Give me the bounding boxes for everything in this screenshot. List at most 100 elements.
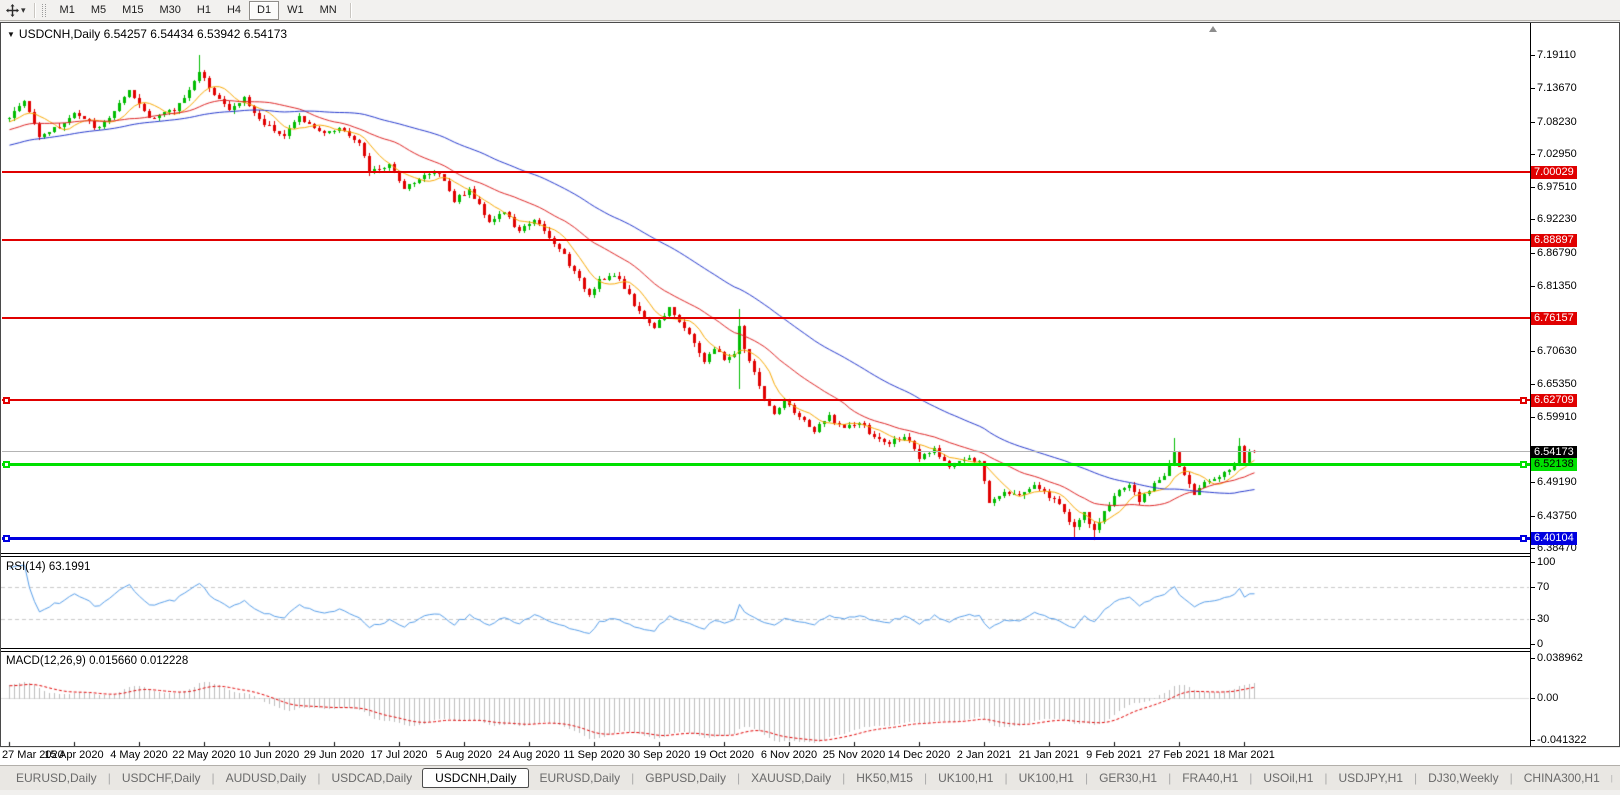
timeframe-button-w1[interactable]: W1 (279, 1, 312, 20)
timeframe-button-h1[interactable]: H1 (189, 1, 219, 20)
tab-separator: | (842, 771, 846, 785)
chart-tab-audusd-daily[interactable]: AUDUSD,Daily (216, 768, 317, 788)
time-axis-label: 14 Dec 2020 (887, 749, 951, 761)
tab-separator: | (1168, 771, 1172, 785)
time-axis-label: 11 Sep 2020 (563, 749, 625, 761)
panel-separator[interactable] (1, 553, 1530, 557)
rsi-axis-label: 30 (1529, 613, 1550, 626)
price-axis-label: 6.49190 (1530, 476, 1577, 489)
tab-separator: | (1414, 771, 1418, 785)
price-chart-canvas[interactable] (1, 23, 1619, 746)
timeframe-button-d1[interactable]: D1 (249, 1, 280, 20)
chart-shift-marker[interactable] (1209, 26, 1217, 32)
chart-tab-xauusd-daily[interactable]: XAUUSD,Daily (741, 768, 841, 788)
chart-tab-usdchf-daily[interactable]: USDCHF,Daily (112, 768, 211, 788)
support-line-green[interactable] (2, 463, 1530, 466)
support-line-green-handle-center (1522, 463, 1525, 466)
tab-separator: | (1249, 771, 1253, 785)
support-line-blue-handle-center (1522, 537, 1525, 540)
tab-separator: | (1610, 773, 1613, 783)
price-axis-label: 6.65350 (1530, 377, 1577, 390)
toolbar-separator (33, 2, 35, 18)
support-line-blue-handle[interactable] (1520, 535, 1527, 542)
chart-window: ▼ USDCNH,Daily 6.54257 6.54434 6.53942 6.… (0, 22, 1620, 747)
chart-tab-usdjpy-h1[interactable]: USDJPY,H1 (1329, 768, 1413, 788)
timeframe-button-mn[interactable]: MN (312, 1, 345, 20)
rsi-axis-label: 70 (1529, 580, 1550, 593)
time-axis-label: 25 Nov 2020 (822, 749, 886, 761)
tab-separator: | (1004, 771, 1008, 785)
time-axis[interactable]: 27 Mar 2020 15 Apr 2020 4 May 2020 22 May 2… (0, 748, 1620, 765)
resistance-line-4-handle[interactable] (1520, 397, 1527, 404)
time-axis-label: 9 Feb 2021 (1086, 749, 1142, 761)
price-axis-label: 6.86790 (1530, 246, 1577, 259)
collapse-triangle-icon[interactable]: ▼ (7, 30, 15, 39)
chart-tab-uk100-h1[interactable]: UK100,H1 (928, 768, 1003, 788)
support-line-green-handle[interactable] (3, 461, 10, 468)
price-axis-label: 6.70630 (1530, 345, 1577, 358)
chart-tab-bar: EURUSD,Daily | USDCHF,Daily | AUDUSD,Daily | U… (0, 765, 1620, 790)
time-axis-label: 10 Jun 2020 (238, 749, 300, 761)
time-axis-label: 24 Aug 2020 (498, 749, 560, 761)
price-axis-label: 6.59910 (1530, 410, 1577, 423)
resistance-line-4[interactable] (2, 399, 1530, 401)
tab-separator: | (107, 771, 111, 785)
time-axis-label: 4 May 2020 (110, 749, 168, 761)
time-axis-label: 17 Jul 2020 (370, 749, 428, 761)
resistance-line-3[interactable] (2, 317, 1530, 319)
tab-scroll-buttons: | ◄ ► (1610, 774, 1620, 783)
tab-separator: | (211, 771, 215, 785)
chart-tab-eurusd-daily[interactable]: EURUSD,Daily (529, 768, 630, 788)
panel-separator[interactable] (1, 648, 1530, 652)
price-axis-label: 6.81350 (1530, 279, 1577, 292)
chart-tab-hk50-m15[interactable]: HK50,M15 (846, 768, 923, 788)
timeframe-button-m1[interactable]: M1 (52, 1, 83, 20)
macd-axis-label: -0.041322 (1530, 734, 1587, 746)
chart-tab-uk100-h1[interactable]: UK100,H1 (1009, 768, 1084, 788)
support-line-blue-handle[interactable] (3, 535, 10, 542)
time-axis-label: 29 Jun 2020 (303, 749, 365, 761)
macd-axis-label: 0.038962 (1530, 652, 1583, 664)
chart-title: ▼ USDCNH,Daily 6.54257 6.54434 6.53942 6.… (7, 27, 287, 41)
price-axis-label: 7.08230 (1530, 115, 1577, 128)
support-line-blue[interactable] (2, 537, 1530, 540)
resistance-line-1[interactable] (2, 171, 1530, 173)
timeframe-button-m5[interactable]: M5 (83, 1, 114, 20)
move-crosshair-icon[interactable] (4, 2, 20, 18)
price-axis-label: 7.19110 (1530, 49, 1576, 61)
tab-separator: | (736, 771, 741, 785)
chart-tab-usoil-h1[interactable]: USOil,H1 (1253, 768, 1323, 788)
time-axis-label: 5 Aug 2020 (436, 749, 492, 761)
price-axis-label: 7.13670 (1530, 82, 1577, 95)
price-badge: 6.88897 (1531, 234, 1577, 247)
resistance-line-4-handle-center (5, 399, 8, 402)
chart-tab-gbpusd-daily[interactable]: GBPUSD,Daily (635, 768, 736, 788)
cursor-dropdown-icon[interactable]: ▾ (21, 5, 26, 16)
toolbar-grip (41, 3, 46, 17)
chart-tabs: EURUSD,Daily | USDCHF,Daily | AUDUSD,Daily | U… (6, 768, 1610, 788)
chart-tab-china300-h1[interactable]: CHINA300,H1 (1514, 768, 1610, 788)
support-line-green-handle[interactable] (1520, 461, 1527, 468)
tab-separator: | (1509, 771, 1513, 785)
chart-tab-usdcnh-daily[interactable]: USDCNH,Daily (422, 768, 530, 788)
time-axis-label: 15 Apr 2020 (44, 749, 104, 761)
resistance-line-4-handle[interactable] (3, 397, 10, 404)
chart-tab-dj30-weekly[interactable]: DJ30,Weekly (1418, 768, 1508, 788)
chart-tab-ger30-h1[interactable]: GER30,H1 (1089, 768, 1167, 788)
toolbar: ▾ M1 M5 M15 M30 H1 H4 D1 W1 MN (0, 0, 1620, 21)
time-axis-label: 27 Feb 2021 (1148, 749, 1210, 761)
chart-title-text: USDCNH,Daily 6.54257 6.54434 6.53942 6.5… (18, 27, 288, 41)
chart-tab-eurusd-daily[interactable]: EURUSD,Daily (6, 768, 107, 788)
price-badge: 6.62709 (1531, 394, 1577, 407)
price-badge: 7.00029 (1531, 166, 1577, 179)
toolbar-separator (349, 2, 351, 18)
chart-tab-usdcad-daily[interactable]: USDCAD,Daily (321, 768, 422, 788)
current-price-line[interactable] (2, 451, 1530, 452)
rsi-label: RSI(14) 63.1991 (6, 561, 91, 573)
timeframe-button-m30[interactable]: M30 (152, 1, 189, 20)
tab-separator: | (631, 771, 635, 785)
timeframe-button-h4[interactable]: H4 (219, 1, 249, 20)
chart-tab-fra40-h1[interactable]: FRA40,H1 (1172, 768, 1248, 788)
resistance-line-2[interactable] (2, 239, 1530, 241)
timeframe-button-m15[interactable]: M15 (114, 1, 151, 20)
